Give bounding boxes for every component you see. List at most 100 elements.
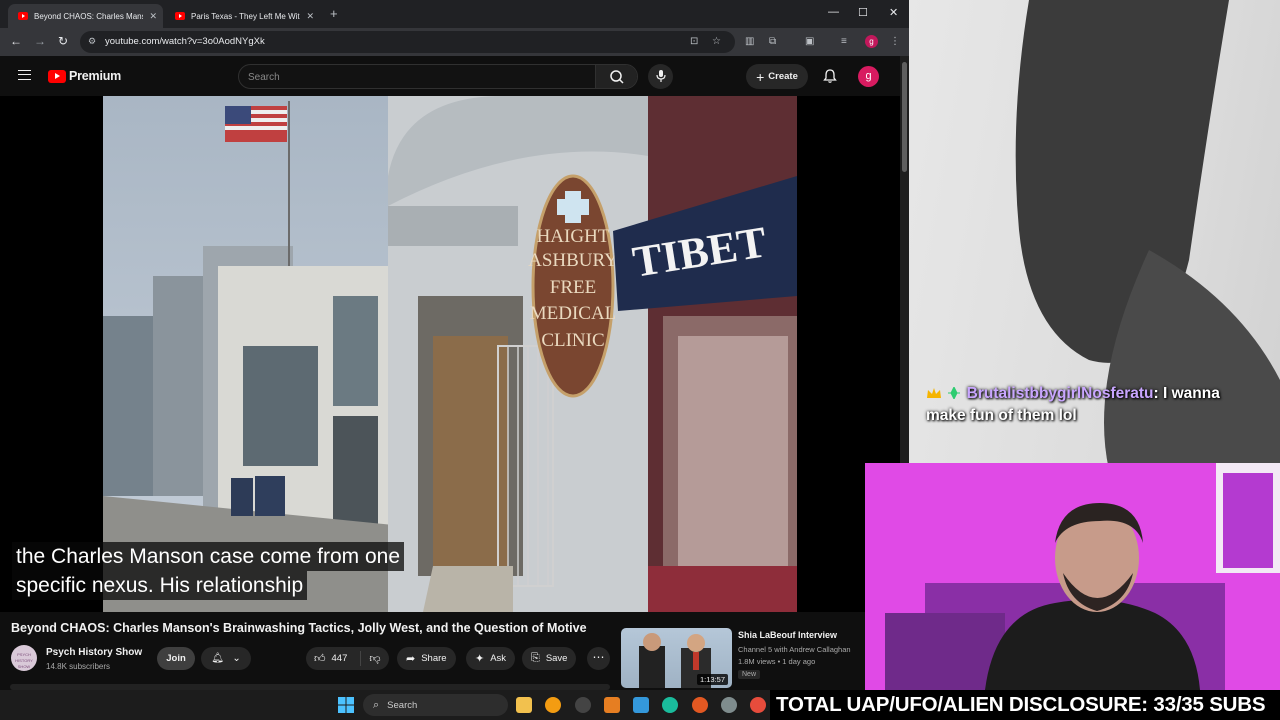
reload-icon[interactable]: ↻ [58, 34, 68, 48]
youtube-logo[interactable]: Premium [48, 69, 121, 83]
recommended-meta: 1.8M views • 1 day ago [738, 657, 816, 666]
app-icon[interactable] [545, 697, 561, 713]
search-icon [610, 70, 624, 84]
url-text[interactable]: youtube.com/watch?v=3o0AodNYgXk [105, 36, 265, 47]
clinic-sign-line: MEDICAL [530, 303, 617, 324]
maximize-icon[interactable]: ☐ [858, 6, 868, 19]
like-count: 447 [331, 653, 348, 664]
browser-toolbar: ← → ↻ ⚙ youtube.com/watch?v=3o0AodNYgXk … [0, 28, 909, 56]
youtube-masthead: Premium + Create [0, 56, 909, 96]
firefox-icon[interactable] [692, 697, 708, 713]
video-scene-image: HAIGHT ASHBURY FREE MEDICAL CLINIC TIBET [103, 96, 797, 612]
caption-line: the Charles Manson case come from one [12, 542, 405, 571]
bookmark-icon: ⎘ [531, 652, 540, 664]
account-avatar[interactable]: g [858, 66, 879, 87]
edge-browser-icon[interactable] [662, 697, 678, 713]
like-button[interactable]: 👍︎ 447 [306, 651, 361, 666]
channel-name[interactable]: Psych History Show [46, 647, 142, 658]
media-controls-icon[interactable]: ≡ [841, 36, 847, 47]
new-badge: New [738, 670, 761, 679]
store-icon[interactable] [633, 697, 649, 713]
share-label: Share [421, 653, 447, 664]
reading-list-icon[interactable]: ▥ [745, 36, 754, 47]
close-tab-icon[interactable]: ✕ [149, 11, 157, 22]
save-label: Save [545, 653, 568, 664]
4k-app-icon[interactable] [575, 697, 591, 713]
notification-settings-button[interactable]: 🔔︎ ⌄ [201, 647, 251, 670]
dislike-button[interactable]: 👎︎ [361, 652, 389, 665]
channel-avatar[interactable]: PSYCH HISTORY SHOW [11, 645, 37, 671]
tab-title: Paris Texas - They Left Me With [191, 11, 301, 21]
clinic-sign-line: ASHBURY [528, 250, 618, 271]
extensions-icon[interactable]: ⧉ [769, 36, 776, 47]
ask-label: Ask [490, 653, 507, 664]
vlc-icon[interactable] [604, 697, 620, 713]
windows-start-icon[interactable] [338, 697, 354, 713]
caption-line: specific nexus. His relationship [12, 571, 308, 600]
browser-profile-avatar[interactable]: g [865, 35, 878, 48]
recommended-thumbnail[interactable]: 1:13:57 [621, 628, 732, 688]
more-horizontal-icon: ⋯ [592, 650, 605, 664]
back-icon[interactable]: ← [10, 34, 22, 48]
install-app-icon[interactable]: ⊡ [690, 36, 698, 47]
share-arrow-icon: ➦ [406, 653, 416, 665]
plus-icon: + [756, 68, 765, 85]
subscriber-goal-banner: TOTAL UAP/UFO/ALIEN DISCLOSURE: 33/35 SU… [770, 690, 1280, 720]
address-bar[interactable]: ⚙ youtube.com/watch?v=3o0AodNYgXk ⊡ ☆ [80, 31, 735, 53]
media-player-icon[interactable] [750, 697, 766, 713]
thumbs-down-icon: 👎︎ [369, 653, 381, 665]
youtube-favicon-icon [18, 12, 28, 20]
create-label: Create [768, 71, 798, 82]
chat-colon: : [1153, 385, 1163, 402]
ask-button[interactable]: ✦ Ask [466, 647, 516, 670]
youtube-favicon-icon [175, 12, 185, 20]
taskbar-search[interactable]: ⌕ Search [363, 694, 508, 716]
bookmark-star-icon[interactable]: ☆ [712, 36, 721, 47]
search-button[interactable] [595, 65, 637, 88]
microphone-icon [655, 70, 666, 82]
channel-avatar-text: PSYCH HISTORY SHOW [15, 652, 33, 669]
voice-search-button[interactable] [648, 64, 673, 89]
create-button[interactable]: + Create [746, 64, 808, 89]
notifications-bell-icon[interactable] [822, 68, 838, 84]
tab-beyond-chaos[interactable]: Beyond CHAOS: Charles Manso ✕ [8, 4, 163, 28]
search-box [238, 64, 638, 89]
tab-search-icon[interactable]: ▣ [805, 36, 814, 47]
forward-icon[interactable]: → [34, 34, 46, 48]
bell-icon: 🔔︎ [211, 653, 224, 664]
more-actions-button[interactable]: ⋯ [587, 647, 610, 670]
sparkle-icon: ✦ [475, 653, 485, 665]
browser-window: Beyond CHAOS: Charles Manso ✕ Paris Texa… [0, 0, 909, 690]
site-info-icon[interactable]: ⚙ [88, 36, 96, 47]
taskbar-search-label: Search [387, 699, 418, 711]
close-tab-icon[interactable]: ✕ [306, 11, 314, 22]
menu-icon[interactable] [18, 70, 31, 80]
tab-paris-texas[interactable]: Paris Texas - They Left Me With ✕ [165, 4, 320, 28]
new-tab-icon[interactable]: + [330, 6, 338, 21]
obs-icon[interactable] [721, 697, 737, 713]
clinic-sign-line: HAIGHT [537, 226, 610, 247]
video-frame[interactable]: HAIGHT ASHBURY FREE MEDICAL CLINIC TIBET [103, 96, 797, 612]
save-button[interactable]: ⎘ Save [522, 647, 577, 670]
video-captions: the Charles Manson case come from one sp… [12, 542, 405, 600]
share-button[interactable]: ➦ Share [397, 647, 456, 670]
video-duration: 1:13:57 [696, 674, 728, 685]
stream-chat-message: BrutalistbbygirlNosferatu: I wanna make … [926, 383, 1226, 427]
search-input[interactable] [248, 69, 588, 85]
recommended-channel[interactable]: Channel 5 with Andrew Callaghan [738, 645, 851, 654]
like-dislike-group: 👍︎ 447 👎︎ [306, 647, 389, 670]
join-button[interactable]: Join [157, 647, 195, 670]
minimize-icon[interactable]: — [828, 6, 839, 18]
screen: Beyond CHAOS: Charles Manso ✕ Paris Texa… [0, 0, 1280, 720]
tab-title: Beyond CHAOS: Charles Manso [34, 11, 144, 21]
video-player[interactable]: HAIGHT ASHBURY FREE MEDICAL CLINIC TIBET… [0, 96, 900, 612]
close-window-icon[interactable]: ✕ [889, 6, 898, 19]
browser-menu-icon[interactable]: ⋮ [890, 36, 900, 47]
tab-strip: Beyond CHAOS: Charles Manso ✕ Paris Texa… [0, 0, 909, 28]
scrollbar-thumb[interactable] [902, 62, 907, 172]
recommended-title[interactable]: Shia LaBeouf Interview [738, 630, 837, 640]
subscriber-count: 14.8K subscribers [46, 662, 111, 671]
video-title: Beyond CHAOS: Charles Manson's Brainwash… [11, 621, 587, 635]
file-explorer-icon[interactable] [516, 697, 532, 713]
clinic-sign-line: CLINIC [541, 330, 604, 351]
